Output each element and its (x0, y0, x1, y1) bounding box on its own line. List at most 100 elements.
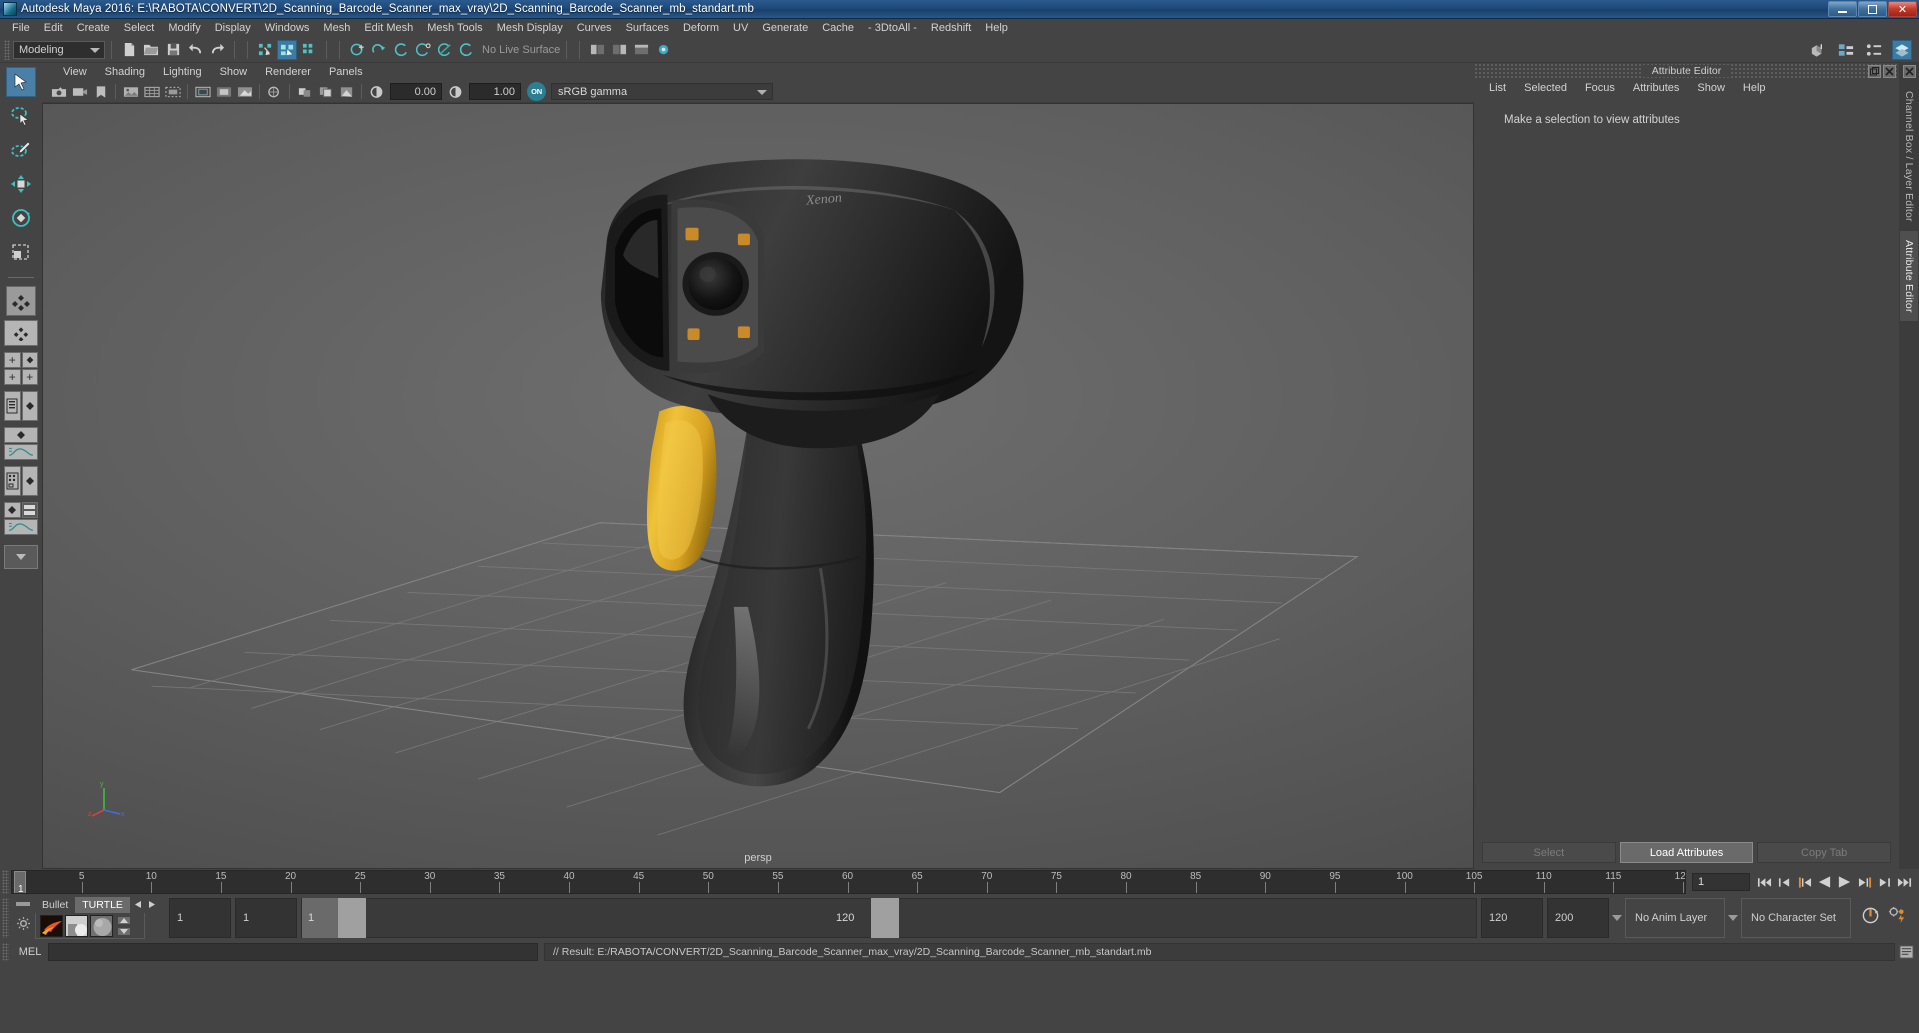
layout-graph-editor-cell[interactable] (4, 444, 38, 460)
quick-layout-outliner-persp[interactable] (4, 391, 38, 421)
shelf-item-bake-icon[interactable] (65, 914, 88, 937)
snap-to-grids-button[interactable] (347, 40, 367, 60)
menu-mesh[interactable]: Mesh (316, 19, 357, 37)
show-hide-channel-box-button[interactable] (653, 40, 673, 60)
layout-persp-cell-4[interactable] (21, 466, 38, 496)
range-bar[interactable]: 1 (302, 898, 366, 938)
menu-surfaces[interactable]: Surfaces (619, 19, 676, 37)
rotate-tool[interactable] (6, 203, 36, 233)
menu-modify[interactable]: Modify (161, 19, 207, 37)
snap-to-view-planes-button[interactable] (435, 40, 455, 60)
camera-attributes-icon[interactable] (70, 82, 89, 101)
attr-menu-focus[interactable]: Focus (1576, 79, 1624, 98)
move-tool[interactable] (6, 169, 36, 199)
hypershade-icon[interactable] (1892, 39, 1912, 60)
shelf-options-gear-icon[interactable] (16, 916, 30, 935)
open-scene-button[interactable] (141, 40, 161, 60)
step-forward-key-icon[interactable] (1856, 872, 1873, 892)
attr-menu-list[interactable]: List (1480, 79, 1515, 98)
paint-select-tool[interactable] (6, 135, 36, 165)
range-right-handle[interactable] (871, 898, 899, 938)
time-slider-track[interactable]: 1 5 10 15 20 25 30 35 40 45 50 55 60 65 70 75 80 85 90 95 1… (11, 870, 1686, 894)
tab-attribute-editor[interactable]: Attribute Editor (1900, 230, 1918, 322)
film-gate-icon[interactable] (163, 82, 182, 101)
menu-edit-mesh[interactable]: Edit Mesh (357, 19, 420, 37)
undock-panel-button[interactable] (1868, 64, 1881, 78)
minimize-button[interactable] (1828, 1, 1857, 17)
select-camera-icon[interactable] (49, 82, 68, 101)
gamma-icon[interactable] (446, 82, 465, 101)
range-end-field[interactable]: 120 (1481, 898, 1543, 938)
panel-menu-shading[interactable]: Shading (96, 63, 154, 81)
layout-side-cell[interactable]: + (21, 369, 38, 385)
select-tool[interactable] (6, 67, 36, 97)
shelf-tab-next-arrow[interactable] (147, 896, 156, 914)
menu-3dtoall[interactable]: - 3DtoAll - (861, 19, 924, 37)
make-live-button[interactable] (457, 40, 477, 60)
close-panel-button[interactable] (1883, 64, 1896, 78)
attr-menu-selected[interactable]: Selected (1515, 79, 1576, 98)
layout-front-cell[interactable]: + (4, 369, 21, 385)
close-button[interactable]: ✕ (1888, 1, 1917, 17)
restore-button[interactable] (1858, 1, 1887, 17)
bookmark-icon[interactable] (91, 82, 110, 101)
layout-persp-cell[interactable]: + (4, 352, 21, 368)
node-editor-icon[interactable] (1864, 40, 1884, 60)
color-management-dropdown[interactable]: sRGB gamma (551, 83, 773, 100)
select-by-hierarchy-button[interactable] (255, 40, 275, 60)
anim-layer-dropdown[interactable]: No Anim Layer (1625, 898, 1725, 938)
exposure-value[interactable]: 0.00 (390, 83, 442, 100)
quick-layout-more-button[interactable] (4, 545, 38, 569)
menu-cache[interactable]: Cache (815, 19, 861, 37)
layout-split-cell[interactable] (21, 502, 38, 518)
select-by-object-type-button[interactable] (277, 39, 297, 60)
new-scene-button[interactable] (119, 40, 139, 60)
panel-menu-lighting[interactable]: Lighting (154, 63, 211, 81)
anim-end-dropdown-arrow[interactable] (1609, 915, 1625, 921)
shelf-item-sphere-icon[interactable] (90, 914, 113, 937)
go-to-start-icon[interactable] (1756, 872, 1773, 892)
auto-keyframe-toggle-icon[interactable] (1861, 906, 1880, 930)
menu-help[interactable]: Help (978, 19, 1015, 37)
xray-icon[interactable] (235, 82, 254, 101)
shelf-tab-prev-arrow[interactable] (134, 896, 143, 914)
show-hide-attribute-editor-button[interactable] (609, 40, 629, 60)
command-input[interactable] (48, 943, 538, 961)
current-frame-field[interactable]: 1 (1692, 873, 1750, 891)
menu-deform[interactable]: Deform (676, 19, 726, 37)
shelf-scroll-buttons[interactable] (117, 915, 131, 936)
scale-tool[interactable] (6, 237, 36, 267)
command-language-label[interactable]: MEL (12, 946, 48, 958)
snap-to-curves-button[interactable] (369, 40, 389, 60)
menu-edit[interactable]: Edit (37, 19, 70, 37)
attr-menu-attributes[interactable]: Attributes (1624, 79, 1688, 98)
menu-curves[interactable]: Curves (570, 19, 619, 37)
save-scene-button[interactable] (163, 40, 183, 60)
shadows-icon[interactable] (295, 82, 314, 101)
quick-layout-four-view[interactable]: + + + (4, 352, 38, 385)
color-management-toggle[interactable]: ON (527, 82, 546, 101)
range-slider-track[interactable]: 1 120 (301, 898, 1477, 938)
motion-blur-icon[interactable] (337, 82, 356, 101)
grid-toggle-icon[interactable] (142, 82, 161, 101)
tab-channel-box-layer-editor[interactable]: Channel Box / Layer Editor (1900, 82, 1918, 231)
menu-file[interactable]: File (5, 19, 37, 37)
lasso-select-tool[interactable] (6, 101, 36, 131)
gamma-value[interactable]: 1.00 (469, 83, 521, 100)
go-to-end-icon[interactable] (1896, 872, 1913, 892)
undo-button[interactable] (185, 40, 205, 60)
snap-to-points-button[interactable] (391, 40, 411, 60)
time-slider-cursor[interactable]: 1 (14, 871, 26, 893)
shelf-tab-turtle[interactable]: TURTLE (75, 896, 130, 913)
command-line-grip[interactable] (2, 943, 9, 961)
menu-mesh-display[interactable]: Mesh Display (490, 19, 570, 37)
range-start-field[interactable]: 1 (169, 898, 231, 938)
step-forward-frame-icon[interactable] (1876, 872, 1893, 892)
layout-persp-cell-2[interactable] (21, 391, 38, 421)
statusline-grip[interactable] (4, 39, 10, 60)
menu-mesh-tools[interactable]: Mesh Tools (420, 19, 489, 37)
select-by-component-type-button[interactable] (299, 40, 319, 60)
step-back-frame-icon[interactable] (1776, 872, 1793, 892)
anim-start-field[interactable]: 1 (235, 898, 297, 938)
quick-layout-persp-outliner-graph[interactable] (4, 502, 38, 535)
